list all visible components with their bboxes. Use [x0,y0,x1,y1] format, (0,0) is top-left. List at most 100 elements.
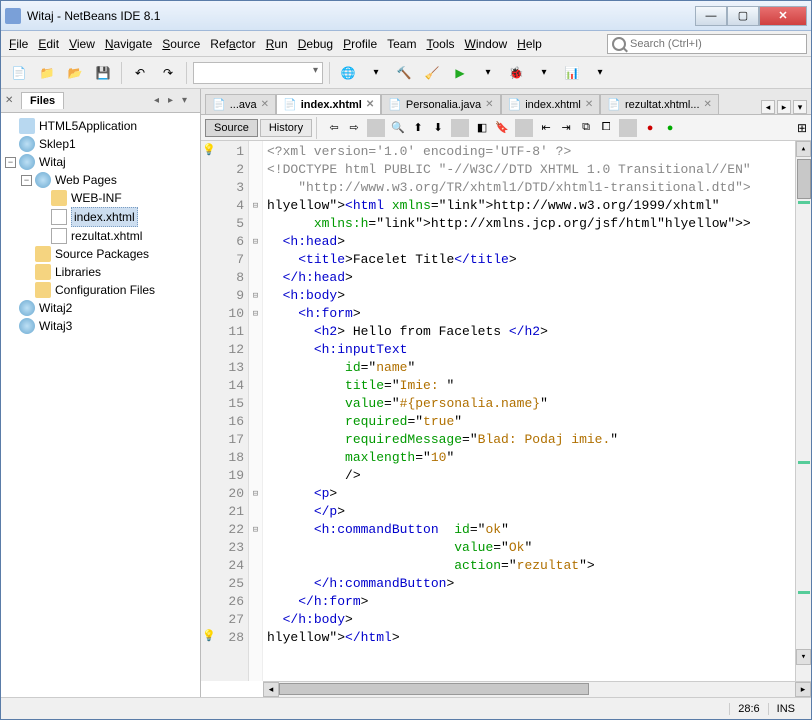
history-view-button[interactable]: History [260,119,312,137]
search-box[interactable] [607,34,807,54]
tree-twist [5,303,16,314]
run-button[interactable]: ▶ [448,61,472,85]
comment-button[interactable]: ⧉ [577,119,595,137]
close-button[interactable]: ✕ [759,6,807,26]
tree-item-label[interactable]: WEB-INF [71,189,122,207]
menu-refactor[interactable]: Refactor [206,35,259,53]
browser-dropdown[interactable]: ▾ [364,61,388,85]
tree-item-label[interactable]: Source Packages [55,245,149,263]
tab-next[interactable]: ▸ [777,100,791,114]
tab-left[interactable]: ◂ [154,95,168,106]
editor-tab[interactable]: 📄rezultat.xhtml...✕ [600,94,719,114]
tab-label: Personalia.java [406,99,481,111]
tab-close[interactable]: ✕ [366,99,374,110]
search-input[interactable] [630,38,802,50]
folder-icon [35,246,51,262]
tree-twist[interactable]: − [21,175,32,186]
editor-tab[interactable]: 📄Personalia.java✕ [381,94,500,114]
new-project-button[interactable]: 📁 [35,61,59,85]
tab-close[interactable]: ✕ [704,99,712,110]
debug-dropdown[interactable]: ▾ [532,61,556,85]
menu-tools[interactable]: Tools [422,35,458,53]
tree-item-label[interactable]: Witaj2 [39,299,72,317]
scroll-thumb[interactable] [797,159,811,199]
editor-tab[interactable]: 📄index.xhtml✕ [276,94,381,114]
tab-close-icon[interactable]: ✕ [5,95,17,107]
browser-button[interactable]: 🌐 [336,61,360,85]
editor-tab[interactable]: 📄index.xhtml✕ [501,94,601,114]
find-next-button[interactable]: ⬇ [429,119,447,137]
clean-button[interactable]: 🧹 [420,61,444,85]
tree-item-label[interactable]: Web Pages [55,171,117,189]
profile-button[interactable]: 📊 [560,61,584,85]
code-editor[interactable]: 💡💡 1234567891011121314151617181920212223… [201,141,811,681]
uncomment-button[interactable]: ⧠ [597,119,615,137]
editor-tabs: 📄...ava✕📄index.xhtml✕📄Personalia.java✕📄i… [201,89,811,115]
find-selection-button[interactable]: 🔍 [389,119,407,137]
open-button[interactable]: 📂 [63,61,87,85]
maximize-button[interactable]: ▢ [727,6,759,26]
error-stripe-button[interactable]: ● [641,119,659,137]
tree-item-label[interactable]: HTML5Application [39,117,137,135]
tab-close[interactable]: ✕ [261,99,269,110]
save-all-button[interactable]: 💾 [91,61,115,85]
editor-tab[interactable]: 📄...ava✕ [205,94,276,114]
tree-item-label[interactable]: Witaj [39,153,66,171]
prev-edit-button[interactable]: ⇦ [325,119,343,137]
build-button[interactable]: 🔨 [392,61,416,85]
tree-item-label[interactable]: Libraries [55,263,101,281]
menu-file[interactable]: File [5,35,32,53]
menu-run[interactable]: Run [262,35,292,53]
menu-help[interactable]: Help [513,35,546,53]
tree-item-label[interactable]: rezultat.xhtml [71,227,142,245]
undo-button[interactable]: ↶ [128,61,152,85]
new-file-button[interactable]: 📄 [7,61,31,85]
toggle-bookmark-button[interactable]: 🔖 [493,119,511,137]
tab-close[interactable]: ✕ [485,99,493,110]
debug-button[interactable]: 🐞 [504,61,528,85]
tree-item-label[interactable]: index.xhtml [71,207,138,227]
minimize-button[interactable]: — [695,6,727,26]
tab-list[interactable]: ▾ [793,100,807,114]
menu-view[interactable]: View [65,35,99,53]
scroll-down[interactable]: ▾ [796,649,811,665]
ok-stripe-button[interactable]: ● [661,119,679,137]
scroll-up[interactable]: ▴ [796,141,811,157]
tree-twist[interactable]: − [5,157,16,168]
menu-team[interactable]: Team [383,35,420,53]
next-edit-button[interactable]: ⇨ [345,119,363,137]
menu-window[interactable]: Window [460,35,511,53]
toggle-highlight-button[interactable]: ◧ [473,119,491,137]
editor-subtoolbar: Source History ⇦ ⇨ 🔍 ⬆ ⬇ ◧ 🔖 ⇤ ⇥ ⧉ [201,115,811,141]
horizontal-scrollbar[interactable]: ◂ ▸ [263,681,811,697]
source-view-button[interactable]: Source [205,119,258,137]
hscroll-thumb[interactable] [279,683,589,695]
file-icon: 📄 [283,98,297,111]
menu-debug[interactable]: Debug [294,35,337,53]
tab-label: rezultat.xhtml... [625,99,700,111]
shift-right-button[interactable]: ⇥ [557,119,575,137]
scroll-left[interactable]: ◂ [263,682,279,697]
menu-edit[interactable]: Edit [34,35,63,53]
split-button[interactable]: ⊞ [797,121,807,135]
find-prev-button[interactable]: ⬆ [409,119,427,137]
menu-navigate[interactable]: Navigate [101,35,156,53]
menu-source[interactable]: Source [158,35,204,53]
project-tree[interactable]: HTML5ApplicationSklep1−Witaj−Web PagesWE… [1,113,200,697]
tree-item-label[interactable]: Witaj3 [39,317,72,335]
tab-right[interactable]: ▸ [168,95,182,106]
menu-profile[interactable]: Profile [339,35,381,53]
tab-menu[interactable]: ▾ [182,95,196,106]
files-tab[interactable]: Files [21,92,64,109]
vertical-scrollbar[interactable]: ▴ ▾ [795,141,811,681]
tab-prev[interactable]: ◂ [761,100,775,114]
profile-dropdown[interactable]: ▾ [588,61,612,85]
tab-close[interactable]: ✕ [585,99,593,110]
config-dropdown[interactable] [193,62,323,84]
tree-item-label[interactable]: Sklep1 [39,135,76,153]
shift-left-button[interactable]: ⇤ [537,119,555,137]
redo-button[interactable]: ↷ [156,61,180,85]
run-dropdown[interactable]: ▾ [476,61,500,85]
tree-item-label[interactable]: Configuration Files [55,281,155,299]
scroll-right[interactable]: ▸ [795,682,811,697]
